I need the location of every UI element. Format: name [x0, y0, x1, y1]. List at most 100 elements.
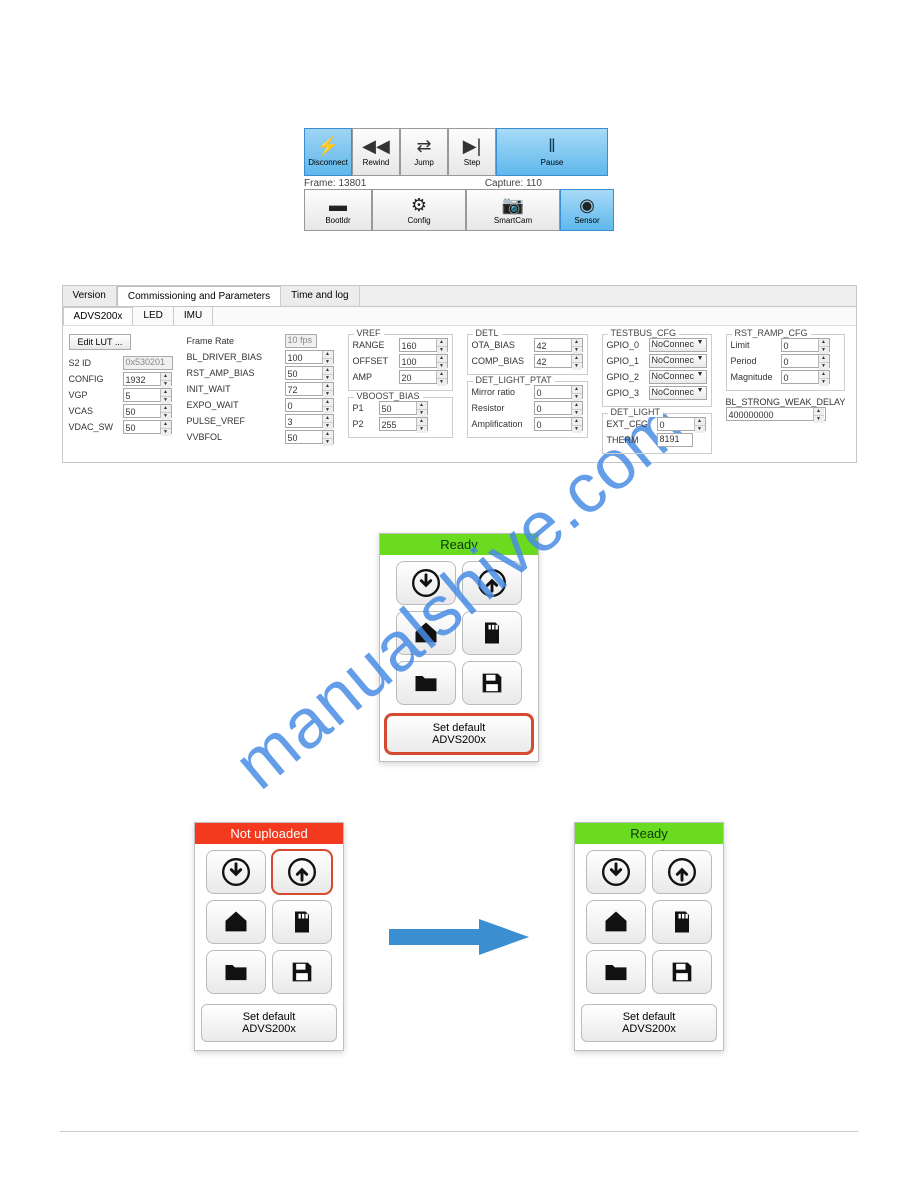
- floppy-icon: [478, 669, 506, 697]
- amplification-spinner[interactable]: 0▲▼: [534, 417, 583, 431]
- notuploaded-panel: Not uploaded Set defaultADVS200x: [194, 822, 344, 1051]
- rewind-button[interactable]: ◀◀Rewind: [352, 128, 400, 176]
- p2-spinner[interactable]: 255▲▼: [379, 417, 428, 431]
- download-button-2[interactable]: [206, 850, 266, 894]
- offset-spinner[interactable]: 100▲▼: [399, 354, 448, 368]
- config-spinner[interactable]: 1932▲▼: [123, 372, 172, 386]
- floppy-icon: [668, 958, 696, 986]
- edit-lut-button[interactable]: Edit LUT ...: [69, 334, 132, 350]
- framerate-display: 10 fps: [285, 334, 317, 348]
- home-icon: [602, 908, 630, 936]
- pause-button[interactable]: ‖Pause: [496, 128, 608, 176]
- upload-button-highlighted[interactable]: [272, 850, 332, 894]
- strongweak-spinner[interactable]: 400000000▲▼: [726, 407, 826, 421]
- amp-spinner[interactable]: 20▲▼: [399, 370, 448, 384]
- vboost-group: VBOOST_BIAS P150▲▼ P2255▲▼: [348, 397, 453, 438]
- subtab-advs[interactable]: ADVS200x: [63, 307, 134, 325]
- save-button-3[interactable]: [652, 950, 712, 994]
- ready-panel-right: Ready Set defaultADVS200x: [574, 822, 724, 1051]
- p1-spinner[interactable]: 50▲▼: [379, 401, 428, 415]
- sdcard-icon: [288, 908, 316, 936]
- gpio1-select[interactable]: NoConnec: [649, 354, 707, 368]
- set-default-button[interactable]: Set defaultADVS200x: [386, 715, 532, 753]
- range-spinner[interactable]: 160▲▼: [399, 338, 448, 352]
- lens-icon: ◉: [579, 196, 595, 214]
- mirror-spinner[interactable]: 0▲▼: [534, 385, 583, 399]
- sub-tabs: ADVS200x LED IMU: [63, 307, 856, 326]
- upload-button[interactable]: [462, 561, 522, 605]
- vvbfol-spinner[interactable]: 50▲▼: [285, 430, 334, 444]
- sdcard-button-2[interactable]: [272, 900, 332, 944]
- jump-button[interactable]: ⇄Jump: [400, 128, 448, 176]
- bootldr-button[interactable]: ▬Bootldr: [304, 189, 372, 231]
- otabias-spinner[interactable]: 42▲▼: [534, 338, 583, 352]
- sensor-button[interactable]: ◉Sensor: [560, 189, 614, 231]
- config-button[interactable]: ⚙Config: [372, 189, 466, 231]
- save-button[interactable]: [462, 661, 522, 705]
- limit-spinner[interactable]: 0▲▼: [781, 338, 830, 352]
- col-detl: DETL OTA_BIAS42▲▼ COMP_BIAS42▲▼ DET_LIGH…: [467, 334, 588, 438]
- sdcard-button-3[interactable]: [652, 900, 712, 944]
- home-button-2[interactable]: [206, 900, 266, 944]
- home-button-3[interactable]: [586, 900, 646, 944]
- step-button[interactable]: ▶|Step: [448, 128, 496, 176]
- folder-icon: [412, 669, 440, 697]
- gpio3-select[interactable]: NoConnec: [649, 386, 707, 400]
- ready-status: Ready: [380, 534, 538, 555]
- col-rstramp: RST_RAMP_CFG Limit0▲▼ Period0▲▼ Magnitud…: [726, 334, 846, 421]
- bldriver-spinner[interactable]: 100▲▼: [285, 350, 334, 364]
- home-icon: [412, 619, 440, 647]
- download-button[interactable]: [396, 561, 456, 605]
- subtab-led[interactable]: LED: [133, 307, 173, 325]
- notuploaded-status: Not uploaded: [195, 823, 343, 844]
- tab-timelog[interactable]: Time and log: [281, 286, 359, 306]
- upload-button-3[interactable]: [652, 850, 712, 894]
- compbias-spinner[interactable]: 42▲▼: [534, 354, 583, 368]
- col-ids: Edit LUT ... S2 ID0x530201 CONFIG1932▲▼ …: [69, 334, 173, 436]
- set-default-button-2[interactable]: Set defaultADVS200x: [201, 1004, 337, 1042]
- therm-input[interactable]: 8191: [657, 433, 693, 447]
- smartcam-button[interactable]: 📷SmartCam: [466, 189, 560, 231]
- expowait-spinner[interactable]: 0▲▼: [285, 398, 334, 412]
- save-button-2[interactable]: [272, 950, 332, 994]
- rstamp-spinner[interactable]: 50▲▼: [285, 366, 334, 380]
- tab-commissioning[interactable]: Commissioning and Parameters: [117, 286, 281, 306]
- tab-version[interactable]: Version: [63, 286, 117, 306]
- sdcard-icon: [478, 619, 506, 647]
- folder-icon: [602, 958, 630, 986]
- extcfg-spinner[interactable]: 0▲▼: [657, 417, 706, 431]
- folder-icon: [222, 958, 250, 986]
- resistor-spinner[interactable]: 0▲▼: [534, 401, 583, 415]
- vcas-spinner[interactable]: 50▲▼: [123, 404, 172, 418]
- vdacsw-spinner[interactable]: 50▲▼: [123, 420, 172, 434]
- gpio0-select[interactable]: NoConnec: [649, 338, 707, 352]
- page-divider: [60, 1131, 858, 1132]
- home-icon: [222, 908, 250, 936]
- upload-icon: [478, 569, 506, 597]
- chip-icon: ▬: [329, 196, 347, 214]
- gpio2-select[interactable]: NoConnec: [649, 370, 707, 384]
- magnitude-spinner[interactable]: 0▲▼: [781, 370, 830, 384]
- gear-icon: ⚙: [411, 196, 427, 214]
- disconnect-button[interactable]: ⚡Disconnect: [304, 128, 352, 176]
- vgp-spinner[interactable]: 5▲▼: [123, 388, 172, 402]
- period-spinner[interactable]: 0▲▼: [781, 354, 830, 368]
- folder-button-2[interactable]: [206, 950, 266, 994]
- initwait-spinner[interactable]: 72▲▼: [285, 382, 334, 396]
- rewind-icon: ◀◀: [362, 137, 390, 155]
- detlight-ptat-group: DET_LIGHT_PTAT Mirror ratio0▲▼ Resistor0…: [467, 381, 588, 438]
- sdcard-button[interactable]: [462, 611, 522, 655]
- main-toolbar: ⚡Disconnect ◀◀Rewind ⇄Jump ▶|Step ‖Pause: [304, 128, 614, 176]
- folder-button[interactable]: [396, 661, 456, 705]
- folder-button-3[interactable]: [586, 950, 646, 994]
- rstramp-group: RST_RAMP_CFG Limit0▲▼ Period0▲▼ Magnitud…: [726, 334, 846, 391]
- pause-icon: ‖: [548, 137, 555, 155]
- ready-status-2: Ready: [575, 823, 723, 844]
- download-icon: [412, 569, 440, 597]
- subtab-imu[interactable]: IMU: [174, 307, 213, 325]
- col-testbus: TESTBUS_CFG GPIO_0NoConnec GPIO_1NoConne…: [602, 334, 712, 454]
- set-default-button-3[interactable]: Set defaultADVS200x: [581, 1004, 717, 1042]
- download-button-3[interactable]: [586, 850, 646, 894]
- pulsevref-spinner[interactable]: 3▲▼: [285, 414, 334, 428]
- home-button[interactable]: [396, 611, 456, 655]
